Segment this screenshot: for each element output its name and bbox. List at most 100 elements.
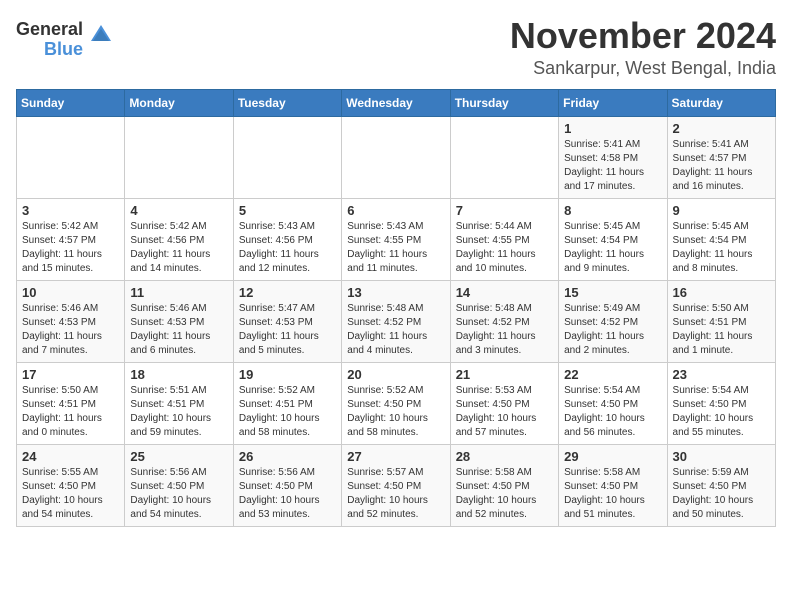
logo: General Blue bbox=[16, 20, 115, 60]
calendar-cell bbox=[125, 116, 233, 198]
day-number: 9 bbox=[673, 203, 771, 218]
calendar-cell: 6Sunrise: 5:43 AM Sunset: 4:55 PM Daylig… bbox=[342, 198, 450, 280]
day-number: 8 bbox=[564, 203, 662, 218]
cell-content: Sunrise: 5:53 AM Sunset: 4:50 PM Dayligh… bbox=[456, 384, 554, 440]
calendar-cell: 4Sunrise: 5:42 AM Sunset: 4:56 PM Daylig… bbox=[125, 198, 233, 280]
cell-content: Sunrise: 5:44 AM Sunset: 4:55 PM Dayligh… bbox=[456, 220, 554, 276]
week-row-4: 17 Sunrise: 5:50 AM Sunset: 4:51 PM Dayli… bbox=[17, 362, 776, 444]
cell-content: Sunrise: 5:43 AM Sunset: 4:56 PM Dayligh… bbox=[239, 220, 337, 276]
day-number: 29 bbox=[564, 449, 662, 464]
day-number: 17 bbox=[22, 367, 120, 382]
week-row-5: 24Sunrise: 5:55 AM Sunset: 4:50 PM Dayli… bbox=[17, 444, 776, 526]
cell-content: Sunrise: 5:45 AM Sunset: 4:54 PM Dayligh… bbox=[564, 220, 662, 276]
week-row-1: 1Sunrise: 5:41 AM Sunset: 4:58 PM Daylig… bbox=[17, 116, 776, 198]
cell-content: Sunrise: 5:57 AM Sunset: 4:50 PM Dayligh… bbox=[347, 466, 445, 522]
cell-content: Sunrise: 5:55 AM Sunset: 4:50 PM Dayligh… bbox=[22, 466, 120, 522]
calendar-cell: 15 Sunrise: 5:49 AM Sunset: 4:52 PM Dayli… bbox=[559, 280, 667, 362]
cell-content: Sunrise: 5:42 AM Sunset: 4:56 PM Dayligh… bbox=[130, 220, 228, 276]
calendar-table: SundayMondayTuesdayWednesdayThursdayFrid… bbox=[16, 89, 776, 527]
calendar-cell: 13Sunrise: 5:48 AM Sunset: 4:52 PM Dayli… bbox=[342, 280, 450, 362]
day-number: 14 bbox=[456, 285, 554, 300]
cell-content: Sunrise: 5:41 AM Sunset: 4:57 PM Dayligh… bbox=[673, 138, 771, 194]
calendar-cell: 28 Sunrise: 5:58 AM Sunset: 4:50 PM Dayli… bbox=[450, 444, 558, 526]
day-number: 16 bbox=[673, 285, 771, 300]
calendar-cell bbox=[450, 116, 558, 198]
cell-content: Sunrise: 5:58 AM Sunset: 4:50 PM Dayligh… bbox=[456, 466, 554, 522]
cell-content: Sunrise: 5:51 AM Sunset: 4:51 PM Dayligh… bbox=[130, 384, 228, 440]
header-cell-wednesday: Wednesday bbox=[342, 89, 450, 116]
header-cell-thursday: Thursday bbox=[450, 89, 558, 116]
header-cell-saturday: Saturday bbox=[667, 89, 775, 116]
day-number: 25 bbox=[130, 449, 228, 464]
week-row-3: 10 Sunrise: 5:46 AM Sunset: 4:53 PM Dayli… bbox=[17, 280, 776, 362]
header-cell-tuesday: Tuesday bbox=[233, 89, 341, 116]
calendar-cell: 23 Sunrise: 5:54 AM Sunset: 4:50 PM Dayli… bbox=[667, 362, 775, 444]
day-number: 18 bbox=[130, 367, 228, 382]
cell-content: Sunrise: 5:50 AM Sunset: 4:51 PM Dayligh… bbox=[673, 302, 771, 358]
calendar-cell: 16 Sunrise: 5:50 AM Sunset: 4:51 PM Dayli… bbox=[667, 280, 775, 362]
cell-content: Sunrise: 5:59 AM Sunset: 4:50 PM Dayligh… bbox=[673, 466, 771, 522]
cell-content: Sunrise: 5:52 AM Sunset: 4:51 PM Dayligh… bbox=[239, 384, 337, 440]
calendar-cell: 17 Sunrise: 5:50 AM Sunset: 4:51 PM Dayli… bbox=[17, 362, 125, 444]
day-number: 20 bbox=[347, 367, 445, 382]
cell-content: Sunrise: 5:54 AM Sunset: 4:50 PM Dayligh… bbox=[564, 384, 662, 440]
header-row: SundayMondayTuesdayWednesdayThursdayFrid… bbox=[17, 89, 776, 116]
calendar-cell bbox=[233, 116, 341, 198]
calendar-cell bbox=[17, 116, 125, 198]
day-number: 21 bbox=[456, 367, 554, 382]
day-number: 22 bbox=[564, 367, 662, 382]
calendar-cell: 29 Sunrise: 5:58 AM Sunset: 4:50 PM Dayli… bbox=[559, 444, 667, 526]
cell-content: Sunrise: 5:46 AM Sunset: 4:53 PM Dayligh… bbox=[130, 302, 228, 358]
day-number: 23 bbox=[673, 367, 771, 382]
cell-content: Sunrise: 5:45 AM Sunset: 4:54 PM Dayligh… bbox=[673, 220, 771, 276]
header: General Blue November 2024 Sankarpur, We… bbox=[16, 16, 776, 79]
logo-general: General bbox=[16, 20, 83, 40]
calendar-cell: 30 Sunrise: 5:59 AM Sunset: 4:50 PM Dayli… bbox=[667, 444, 775, 526]
calendar-cell: 25Sunrise: 5:56 AM Sunset: 4:50 PM Dayli… bbox=[125, 444, 233, 526]
day-number: 28 bbox=[456, 449, 554, 464]
cell-content: Sunrise: 5:42 AM Sunset: 4:57 PM Dayligh… bbox=[22, 220, 120, 276]
calendar-cell: 11 Sunrise: 5:46 AM Sunset: 4:53 PM Dayli… bbox=[125, 280, 233, 362]
calendar-cell: 21 Sunrise: 5:53 AM Sunset: 4:50 PM Dayli… bbox=[450, 362, 558, 444]
cell-content: Sunrise: 5:47 AM Sunset: 4:53 PM Dayligh… bbox=[239, 302, 337, 358]
calendar-cell: 26 Sunrise: 5:56 AM Sunset: 4:50 PM Dayli… bbox=[233, 444, 341, 526]
calendar-cell: 19 Sunrise: 5:52 AM Sunset: 4:51 PM Dayli… bbox=[233, 362, 341, 444]
cell-content: Sunrise: 5:52 AM Sunset: 4:50 PM Dayligh… bbox=[347, 384, 445, 440]
day-number: 26 bbox=[239, 449, 337, 464]
calendar-cell: 7 Sunrise: 5:44 AM Sunset: 4:55 PM Daylig… bbox=[450, 198, 558, 280]
cell-content: Sunrise: 5:50 AM Sunset: 4:51 PM Dayligh… bbox=[22, 384, 120, 440]
day-number: 19 bbox=[239, 367, 337, 382]
calendar-cell: 18 Sunrise: 5:51 AM Sunset: 4:51 PM Dayli… bbox=[125, 362, 233, 444]
header-cell-monday: Monday bbox=[125, 89, 233, 116]
day-number: 27 bbox=[347, 449, 445, 464]
logo-icon bbox=[87, 21, 115, 54]
calendar-cell: 1Sunrise: 5:41 AM Sunset: 4:58 PM Daylig… bbox=[559, 116, 667, 198]
day-number: 11 bbox=[130, 285, 228, 300]
day-number: 15 bbox=[564, 285, 662, 300]
calendar-cell: 14 Sunrise: 5:48 AM Sunset: 4:52 PM Dayli… bbox=[450, 280, 558, 362]
cell-content: Sunrise: 5:41 AM Sunset: 4:58 PM Dayligh… bbox=[564, 138, 662, 194]
day-number: 10 bbox=[22, 285, 120, 300]
day-number: 30 bbox=[673, 449, 771, 464]
title-area: November 2024 Sankarpur, West Bengal, In… bbox=[510, 16, 776, 79]
calendar-cell: 20 Sunrise: 5:52 AM Sunset: 4:50 PM Dayli… bbox=[342, 362, 450, 444]
cell-content: Sunrise: 5:56 AM Sunset: 4:50 PM Dayligh… bbox=[239, 466, 337, 522]
cell-content: Sunrise: 5:49 AM Sunset: 4:52 PM Dayligh… bbox=[564, 302, 662, 358]
cell-content: Sunrise: 5:54 AM Sunset: 4:50 PM Dayligh… bbox=[673, 384, 771, 440]
day-number: 7 bbox=[456, 203, 554, 218]
cell-content: Sunrise: 5:43 AM Sunset: 4:55 PM Dayligh… bbox=[347, 220, 445, 276]
calendar-cell: 5Sunrise: 5:43 AM Sunset: 4:56 PM Daylig… bbox=[233, 198, 341, 280]
week-row-2: 3 Sunrise: 5:42 AM Sunset: 4:57 PM Daylig… bbox=[17, 198, 776, 280]
calendar-cell: 8 Sunrise: 5:45 AM Sunset: 4:54 PM Daylig… bbox=[559, 198, 667, 280]
cell-content: Sunrise: 5:48 AM Sunset: 4:52 PM Dayligh… bbox=[456, 302, 554, 358]
calendar-cell: 27 Sunrise: 5:57 AM Sunset: 4:50 PM Dayli… bbox=[342, 444, 450, 526]
day-number: 3 bbox=[22, 203, 120, 218]
location-title: Sankarpur, West Bengal, India bbox=[510, 58, 776, 79]
cell-content: Sunrise: 5:58 AM Sunset: 4:50 PM Dayligh… bbox=[564, 466, 662, 522]
calendar-cell: 3 Sunrise: 5:42 AM Sunset: 4:57 PM Daylig… bbox=[17, 198, 125, 280]
calendar-cell: 9 Sunrise: 5:45 AM Sunset: 4:54 PM Daylig… bbox=[667, 198, 775, 280]
calendar-cell: 24Sunrise: 5:55 AM Sunset: 4:50 PM Dayli… bbox=[17, 444, 125, 526]
header-cell-friday: Friday bbox=[559, 89, 667, 116]
day-number: 2 bbox=[673, 121, 771, 136]
cell-content: Sunrise: 5:48 AM Sunset: 4:52 PM Dayligh… bbox=[347, 302, 445, 358]
